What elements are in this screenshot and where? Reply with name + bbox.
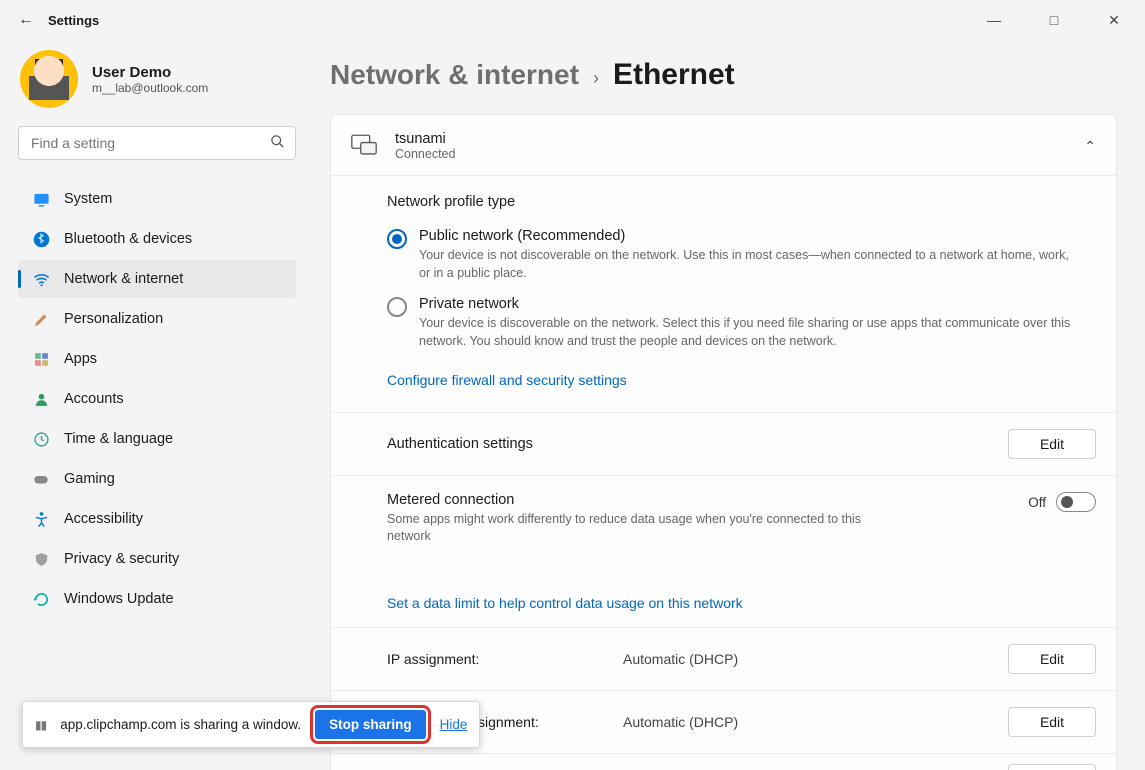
shield-icon [32, 550, 50, 568]
auth-edit-button[interactable]: Edit [1008, 429, 1096, 459]
ethernet-card: tsunami Connected ⌃ Network profile type… [330, 114, 1117, 770]
dns-edit-button[interactable]: Edit [1008, 707, 1096, 737]
person-icon [32, 390, 50, 408]
sidebar-item-label: Accounts [64, 391, 124, 407]
stop-sharing-button[interactable]: Stop sharing [315, 710, 426, 739]
sidebar-item-label: Time & language [64, 431, 173, 447]
private-network-label: Private network [419, 296, 1079, 312]
search-icon [270, 134, 285, 152]
pause-icon: ▮▮ [35, 718, 46, 732]
toggle-off-label: Off [1028, 495, 1046, 510]
radio-empty-icon [387, 297, 407, 317]
breadcrumb-parent[interactable]: Network & internet [330, 59, 579, 91]
sidebar-item-bluetooth[interactable]: Bluetooth & devices [18, 220, 296, 258]
radio-selected-icon [387, 229, 407, 249]
window-title: Settings [48, 13, 99, 28]
sidebar-item-label: System [64, 191, 112, 207]
sidebar-item-privacy[interactable]: Privacy & security [18, 540, 296, 578]
connection-header[interactable]: tsunami Connected ⌃ [331, 115, 1116, 175]
sidebar-item-label: Accessibility [64, 511, 143, 527]
sidebar-item-personalization[interactable]: Personalization [18, 300, 296, 338]
metered-toggle[interactable] [1056, 492, 1096, 512]
sidebar-item-label: Personalization [64, 311, 163, 327]
sidebar-item-time[interactable]: Time & language [18, 420, 296, 458]
sidebar-item-label: Gaming [64, 471, 115, 487]
sidebar: User Demo m__lab@outlook.com System Blue [0, 40, 310, 770]
wifi-icon [32, 270, 50, 288]
link-speed-row: speed (Receive/Transmit): 1000/1000 (Mbp… [331, 754, 1116, 770]
minimize-button[interactable]: — [971, 4, 1017, 36]
metered-row: Metered connection Some apps might work … [331, 475, 1116, 627]
accessibility-icon [32, 510, 50, 528]
metered-label: Metered connection [387, 492, 1012, 508]
user-profile[interactable]: User Demo m__lab@outlook.com [18, 50, 296, 108]
ethernet-icon [351, 134, 377, 159]
close-button[interactable]: ✕ [1091, 4, 1137, 36]
ip-edit-button[interactable]: Edit [1008, 644, 1096, 674]
nav-list: System Bluetooth & devices Network & int… [18, 180, 296, 618]
gamepad-icon [32, 470, 50, 488]
paint-icon [32, 310, 50, 328]
ip-label: IP assignment: [387, 651, 607, 667]
sidebar-item-label: Privacy & security [64, 551, 179, 567]
user-name: User Demo [92, 64, 208, 81]
sidebar-item-label: Bluetooth & devices [64, 231, 192, 247]
avatar [20, 50, 78, 108]
connection-name: tsunami [395, 131, 455, 147]
breadcrumb-current: Ethernet [613, 58, 735, 92]
clock-icon [32, 430, 50, 448]
sidebar-item-gaming[interactable]: Gaming [18, 460, 296, 498]
sidebar-item-accounts[interactable]: Accounts [18, 380, 296, 418]
private-network-desc: Your device is discoverable on the netwo… [419, 315, 1079, 350]
main-content: Network & internet › Ethernet tsunami Co… [310, 40, 1145, 770]
chevron-right-icon: › [593, 68, 599, 89]
profile-title: Network profile type [387, 194, 1096, 210]
bluetooth-icon [32, 230, 50, 248]
sidebar-item-apps[interactable]: Apps [18, 340, 296, 378]
search-input[interactable] [29, 134, 270, 152]
titlebar: ← Settings — □ ✕ [0, 0, 1145, 40]
back-button[interactable]: ← [18, 11, 34, 29]
firewall-link[interactable]: Configure firewall and security settings [387, 372, 627, 388]
user-email: m__lab@outlook.com [92, 81, 208, 95]
dns-value: Automatic (DHCP) [623, 714, 992, 730]
sidebar-item-system[interactable]: System [18, 180, 296, 218]
metered-desc: Some apps might work differently to redu… [387, 511, 887, 545]
auth-label: Authentication settings [387, 436, 607, 452]
chevron-up-icon: ⌃ [1084, 138, 1096, 155]
share-message: app.clipchamp.com is sharing a window. [60, 717, 301, 732]
apps-icon [32, 350, 50, 368]
data-limit-link[interactable]: Set a data limit to help control data us… [387, 595, 743, 611]
connection-status: Connected [395, 147, 455, 161]
breadcrumb: Network & internet › Ethernet [330, 58, 1117, 92]
sidebar-item-update[interactable]: Windows Update [18, 580, 296, 618]
auth-settings-row: Authentication settings Edit [331, 412, 1116, 475]
ip-value: Automatic (DHCP) [623, 651, 992, 667]
update-icon [32, 590, 50, 608]
public-network-radio[interactable]: Public network (Recommended) Your device… [387, 228, 1096, 282]
public-network-label: Public network (Recommended) [419, 228, 1079, 244]
sidebar-item-network[interactable]: Network & internet [18, 260, 296, 298]
screen-share-bar: ▮▮ app.clipchamp.com is sharing a window… [22, 701, 480, 748]
sidebar-item-label: Network & internet [64, 271, 183, 287]
private-network-radio[interactable]: Private network Your device is discovera… [387, 296, 1096, 350]
system-icon [32, 190, 50, 208]
sidebar-item-label: Apps [64, 351, 97, 367]
public-network-desc: Your device is not discoverable on the n… [419, 247, 1079, 282]
sidebar-item-accessibility[interactable]: Accessibility [18, 500, 296, 538]
copy-button[interactable]: Copy [1008, 764, 1096, 770]
hide-link[interactable]: Hide [440, 717, 468, 732]
network-profile-section: Network profile type Public network (Rec… [331, 175, 1116, 412]
ip-assignment-row: IP assignment: Automatic (DHCP) Edit [331, 627, 1116, 690]
maximize-button[interactable]: □ [1031, 4, 1077, 36]
sidebar-item-label: Windows Update [64, 591, 174, 607]
search-box[interactable] [18, 126, 296, 160]
